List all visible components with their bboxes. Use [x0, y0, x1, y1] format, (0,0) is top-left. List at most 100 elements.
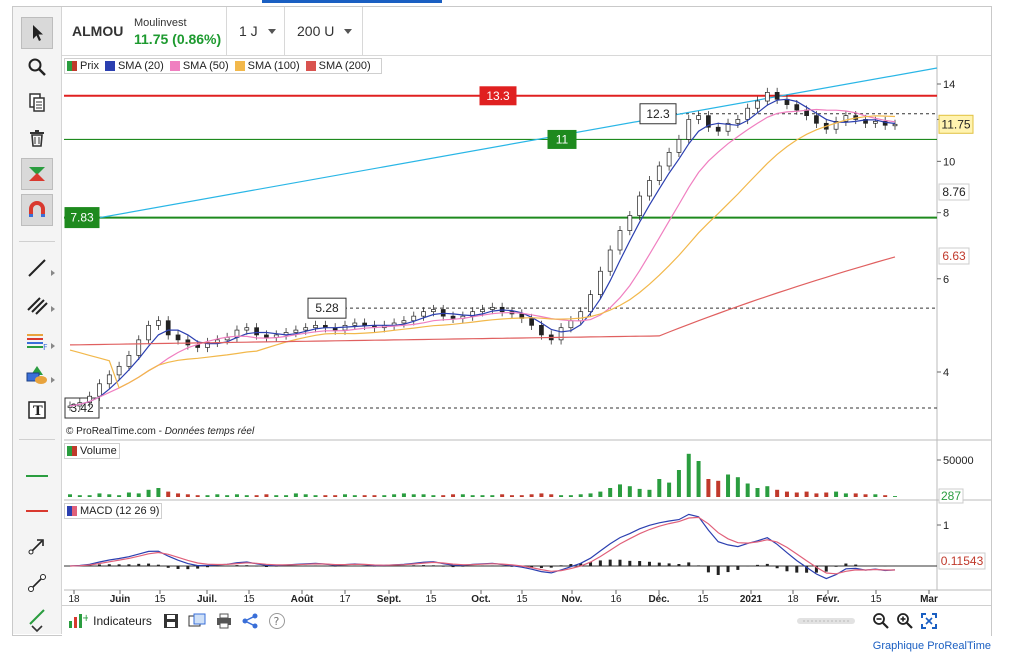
share-icon[interactable]: [238, 610, 262, 632]
price-chart[interactable]: 14121086413.3117.8312.35.283.4211.758.76…: [0, 0, 1009, 652]
candle: [814, 115, 819, 124]
support-tag-label: 11: [556, 132, 569, 146]
volume-bar: [863, 494, 868, 497]
volume-bar: [480, 495, 485, 497]
volume-bar: [107, 494, 112, 497]
legend-swatch: [234, 61, 245, 71]
volume-bar: [244, 495, 249, 497]
indicators-icon: +: [69, 613, 88, 628]
indicators-button[interactable]: + Indicateurs: [66, 610, 154, 632]
volume-bar: [559, 495, 564, 497]
candle: [588, 294, 593, 313]
candle: [254, 327, 259, 336]
volume-bar: [166, 491, 171, 497]
layout-icon[interactable]: [185, 610, 209, 632]
candle: [116, 365, 122, 376]
legend-label: SMA (100): [247, 60, 300, 72]
credit-site: © ProRealTime.com: [66, 426, 156, 437]
volume-bar: [745, 483, 750, 497]
macd-histogram-bar: [196, 566, 200, 569]
legend-item[interactable]: SMA (50): [169, 60, 229, 72]
time-tick-label: 15: [243, 594, 255, 605]
time-tick-label: 17: [339, 594, 351, 605]
candle: [97, 383, 102, 397]
candle: [578, 311, 584, 322]
zoom-in-icon[interactable]: [894, 610, 916, 632]
volume-bar: [893, 496, 897, 497]
fullscreen-icon[interactable]: [918, 610, 940, 632]
volume-bar: [578, 494, 583, 497]
macd-label: MACD (12 26 9): [80, 505, 160, 517]
volume-bar: [185, 494, 190, 497]
volume-bar: [588, 493, 593, 497]
volume-bar: [176, 493, 181, 497]
sma50-line: [69, 108, 896, 407]
candle: [165, 320, 171, 336]
candle: [293, 329, 299, 333]
volume-bar: [293, 493, 298, 497]
trendline: [99, 67, 938, 219]
macd-histogram-bar: [549, 566, 553, 568]
candle: [431, 309, 436, 313]
macd-histogram-bar: [697, 565, 701, 566]
macd-histogram-bar: [628, 560, 632, 566]
volume-bar: [824, 492, 829, 497]
volume-bar: [873, 494, 878, 497]
time-tick-label: Juil.: [197, 594, 217, 605]
time-tick-label: 15: [425, 594, 437, 605]
legend-item[interactable]: SMA (200): [305, 60, 371, 72]
macd-histogram-bar: [264, 566, 268, 567]
volume-bar: [509, 495, 514, 497]
candle: [617, 230, 623, 251]
sma20-line: [69, 98, 896, 407]
time-tick-label: Févr.: [816, 594, 840, 605]
candle: [696, 115, 701, 120]
volume-bar: [726, 474, 731, 497]
help-icon[interactable]: ?: [265, 610, 289, 632]
time-tick-label: Août: [291, 594, 314, 605]
macd-histogram-bar: [422, 565, 426, 566]
time-tick-label: Oct.: [471, 594, 491, 605]
print-icon[interactable]: [212, 610, 236, 632]
macd-histogram-bar: [166, 566, 170, 568]
macd-histogram-bar: [206, 566, 209, 568]
volume-bar: [372, 495, 377, 497]
candle: [313, 324, 318, 329]
volume-bar: [883, 495, 888, 497]
save-icon[interactable]: [160, 610, 182, 632]
time-tick-label: 15: [154, 594, 166, 605]
time-tick-label: 15: [870, 594, 882, 605]
macd-histogram-bar: [461, 566, 465, 567]
legend-item[interactable]: SMA (100): [234, 60, 300, 72]
macd-tick-label: 1: [943, 520, 949, 532]
time-tick-label: Juin: [110, 594, 131, 605]
zoom-out-icon[interactable]: [870, 610, 892, 632]
candle: [185, 339, 191, 346]
svg-text:+: +: [82, 613, 88, 624]
macd-histogram-bar: [756, 564, 759, 566]
horizontal-scrollbar[interactable]: [797, 610, 855, 632]
legend-item[interactable]: Prix: [67, 60, 99, 72]
macd-histogram-bar: [186, 566, 190, 570]
volume-bar: [126, 492, 131, 497]
volume-bar: [77, 495, 82, 497]
macd-histogram-bar: [97, 564, 101, 566]
volume-bar: [225, 495, 230, 497]
volume-bar: [775, 489, 780, 497]
candle: [598, 270, 603, 295]
legend-item[interactable]: SMA (20): [104, 60, 164, 72]
legend-label: SMA (200): [318, 60, 371, 72]
volume-bar: [500, 494, 505, 497]
macd-histogram-bar: [255, 566, 259, 567]
volume-bar: [657, 479, 662, 497]
candle: [303, 327, 309, 331]
macd-line: [69, 513, 896, 580]
macd-histogram-bar: [245, 565, 249, 566]
volume-bar: [853, 493, 858, 497]
footer-link[interactable]: Graphique ProRealTime: [873, 640, 991, 652]
legend-swatch: [104, 61, 115, 71]
volume-bar: [362, 495, 367, 497]
candle: [607, 249, 613, 272]
candle: [352, 322, 358, 326]
volume-bar: [765, 486, 770, 497]
